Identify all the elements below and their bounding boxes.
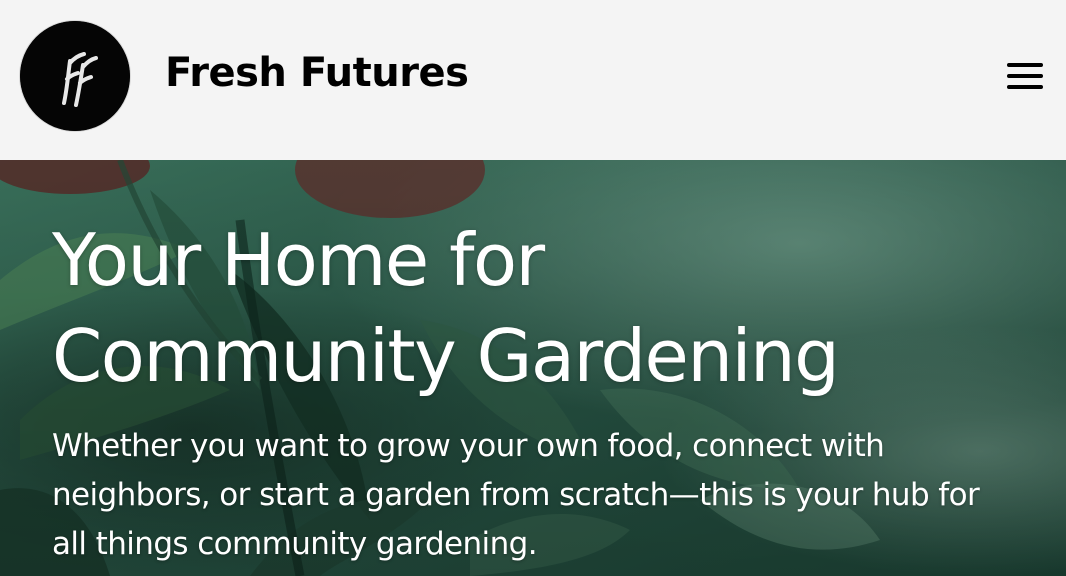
hero-section: Your Home for Community Gardening Whether… [0,160,1066,576]
site-header: Fresh Futures [0,0,1066,160]
site-logo[interactable] [20,21,130,131]
hero-subtitle: Whether you want to grow your own food, … [52,428,980,562]
brand-name: Fresh Futures [165,50,469,96]
hero-title-line-2: Community Gardening [52,314,840,398]
hero-title-line-1: Your Home for [52,218,545,302]
fresh-futures-logo-icon [20,21,130,131]
hero-title: Your Home for Community Gardening [52,212,1052,404]
menu-button[interactable] [1000,56,1050,96]
